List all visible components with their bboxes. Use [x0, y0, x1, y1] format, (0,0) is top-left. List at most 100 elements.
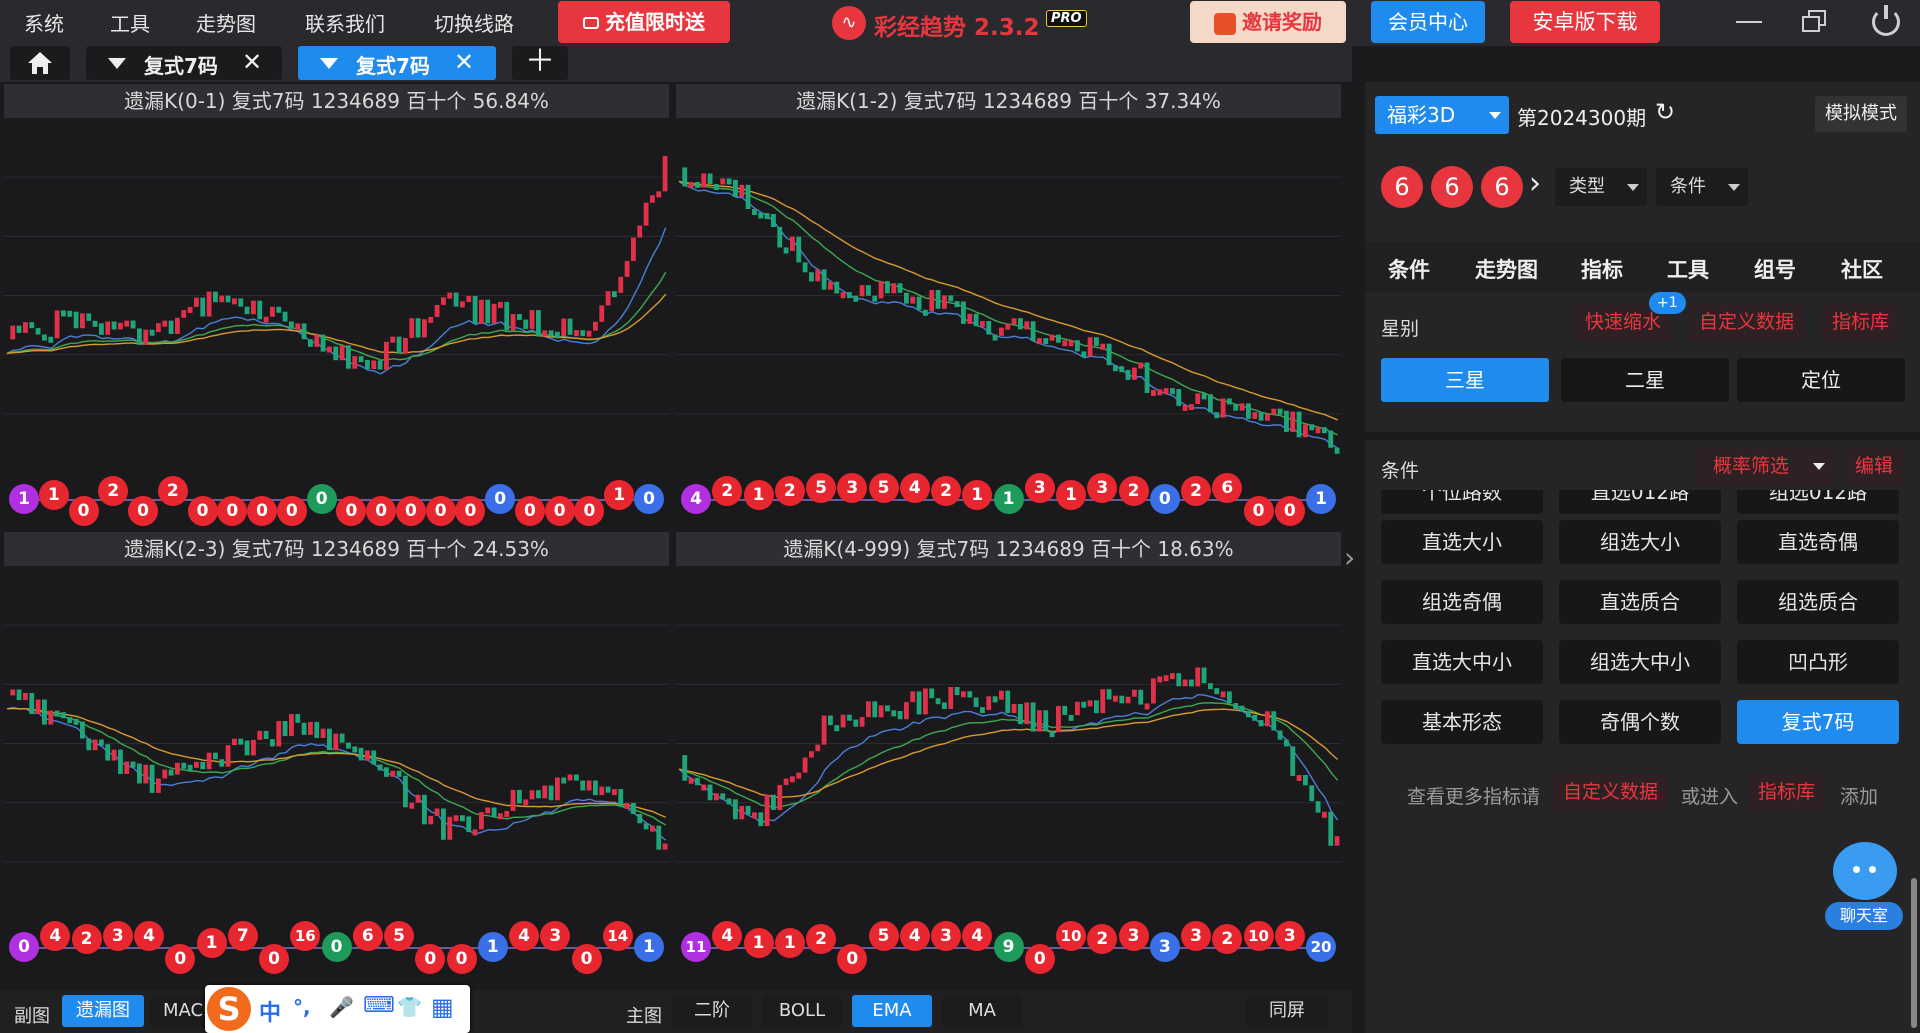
kline-candle — [35, 328, 41, 335]
condition-button[interactable]: 个位路数 — [1381, 490, 1543, 514]
tab-1[interactable]: 复式7码 ✕ — [86, 46, 282, 80]
kline-candle — [701, 173, 707, 188]
ime-toolbar[interactable]: S 中 °, 🎤 ⌨ 👕 ▦ — [205, 985, 470, 1033]
star-position-button[interactable]: 定位 — [1737, 358, 1905, 402]
scrollbar[interactable] — [1911, 878, 1917, 1028]
condition-button[interactable]: 组选012路 — [1737, 490, 1899, 514]
kline-candle — [586, 780, 592, 791]
kline-candle — [992, 334, 998, 341]
add-tab-button[interactable]: ＋ — [512, 46, 568, 80]
lottery-select[interactable]: 福彩3D — [1375, 96, 1509, 134]
collapse-sidebar-icon[interactable]: › — [1344, 540, 1360, 576]
condition-button[interactable]: 直选质合 — [1559, 580, 1721, 624]
kline-candle — [726, 798, 732, 805]
kline-candle — [270, 739, 275, 747]
sub-chart-miss-button[interactable]: 遗漏图 — [62, 995, 144, 1027]
kline-candle — [1271, 408, 1277, 415]
nav-conditions[interactable]: 条件 — [1388, 254, 1430, 284]
kline-candle — [485, 807, 491, 814]
condition-button[interactable]: 组选大中小 — [1559, 640, 1721, 684]
kline-candle — [257, 730, 263, 740]
star-three-button[interactable]: 三星 — [1381, 358, 1549, 402]
menu-system[interactable]: 系统 — [24, 8, 64, 37]
footer-custom-data-link[interactable]: 自定义数据 — [1553, 774, 1669, 810]
close-icon[interactable]: ✕ — [242, 48, 262, 76]
menu-trend[interactable]: 走势图 — [196, 8, 256, 37]
kline-candle — [428, 316, 434, 323]
kline-candle — [656, 825, 662, 850]
nav-groups[interactable]: 组号 — [1754, 254, 1796, 284]
kline-candle — [295, 714, 301, 723]
chevron-right-icon[interactable]: › — [1529, 166, 1541, 201]
ime-skin-icon[interactable]: 👕 — [397, 995, 422, 1019]
condition-button[interactable]: 直选大中小 — [1381, 640, 1543, 684]
chat-room-widget[interactable]: 聊天室 — [1825, 842, 1905, 952]
kline-candle — [333, 733, 339, 751]
refresh-icon[interactable]: ↻ — [1655, 98, 1675, 126]
title-bar: 系统 工具 走势图 联系我们 切换线路 充值限时送 ∿ 彩经趋势 2.3.2 P… — [0, 0, 1920, 46]
star-two-button[interactable]: 二星 — [1561, 358, 1729, 402]
condition-button-active[interactable]: 复式7码 — [1737, 700, 1899, 744]
condition-button[interactable]: 组选奇偶 — [1381, 580, 1543, 624]
indicator-library-button[interactable]: 指标库 — [1822, 304, 1900, 340]
kline-candle — [682, 167, 688, 187]
simulation-mode-button[interactable]: 模拟模式 — [1815, 96, 1907, 132]
ime-apps-icon[interactable]: ▦ — [431, 993, 454, 1021]
edit-button[interactable]: 编辑 — [1845, 448, 1904, 484]
custom-data-button[interactable]: 自定义数据 — [1689, 304, 1805, 340]
tab-2-active[interactable]: 复式7码 ✕ — [298, 46, 496, 80]
type-select[interactable]: 类型 — [1555, 168, 1647, 206]
condition-button[interactable]: 组选质合 — [1737, 580, 1899, 624]
kline-candle — [529, 790, 535, 800]
menu-switch-line[interactable]: 切换线路 — [434, 8, 514, 37]
main-2nd-order-button[interactable]: 二阶 — [672, 995, 752, 1027]
same-screen-button[interactable]: 同屏 — [1246, 995, 1328, 1027]
kline-chart — [4, 624, 669, 863]
condition-button[interactable]: 基本形态 — [1381, 700, 1543, 744]
invite-button[interactable]: 邀请奖励 — [1190, 1, 1346, 43]
footer-indicator-link[interactable]: 指标库 — [1748, 774, 1826, 810]
condition-button[interactable]: 直选大小 — [1381, 520, 1543, 564]
condition-button[interactable]: 奇偶个数 — [1559, 700, 1721, 744]
ime-chinese-mode[interactable]: 中 — [259, 995, 281, 1027]
nav-community[interactable]: 社区 — [1841, 254, 1883, 284]
condition-select[interactable]: 条件 — [1656, 168, 1748, 206]
kline-candle — [739, 805, 745, 820]
menu-tools[interactable]: 工具 — [110, 8, 150, 37]
kline-candle — [289, 321, 294, 329]
chat-bubble-icon — [1833, 842, 1897, 900]
tab-home[interactable] — [10, 46, 70, 80]
probability-filter-select[interactable]: 概率筛选 — [1695, 448, 1833, 484]
android-download-button[interactable]: 安卓版下载 — [1510, 1, 1660, 43]
nav-trend[interactable]: 走势图 — [1475, 254, 1538, 284]
nav-indicators[interactable]: 指标 — [1581, 254, 1623, 284]
kline-candle — [542, 330, 548, 337]
nav-tools[interactable]: 工具 — [1667, 254, 1709, 284]
main-ma-button[interactable]: MA — [942, 995, 1022, 1027]
kline-candle — [815, 744, 821, 752]
kline-candle — [593, 321, 598, 331]
kline-candle — [206, 752, 212, 770]
condition-button[interactable]: 直选奇偶 — [1737, 520, 1899, 564]
miss-ball-row: 421253542113132026001 — [676, 473, 1341, 526]
main-ema-button[interactable]: EMA — [852, 995, 932, 1027]
power-icon[interactable] — [1872, 5, 1900, 36]
ime-punct-icon[interactable]: °, — [293, 995, 311, 1019]
kline-candle — [149, 764, 155, 793]
condition-button[interactable]: 组选大小 — [1559, 520, 1721, 564]
condition-button[interactable]: 凹凸形 — [1737, 640, 1899, 684]
member-center-button[interactable]: 会员中心 — [1371, 1, 1485, 43]
restore-icon[interactable] — [1802, 10, 1828, 34]
kline-candle — [390, 336, 396, 343]
ime-voice-icon[interactable]: 🎤 — [329, 995, 354, 1019]
recharge-button[interactable]: 充值限时送 — [558, 1, 730, 43]
condition-button[interactable]: 直选012路 — [1559, 490, 1721, 514]
close-icon[interactable]: ✕ — [454, 48, 474, 76]
dropdown-icon — [1813, 463, 1825, 470]
miss-count-ball: 0 — [247, 496, 278, 526]
menu-contact[interactable]: 联系我们 — [305, 8, 385, 37]
ime-keyboard-icon[interactable]: ⌨ — [363, 993, 395, 1018]
main-boll-button[interactable]: BOLL — [762, 995, 842, 1027]
kline-candle — [225, 295, 231, 303]
minimize-icon[interactable] — [1736, 21, 1762, 23]
